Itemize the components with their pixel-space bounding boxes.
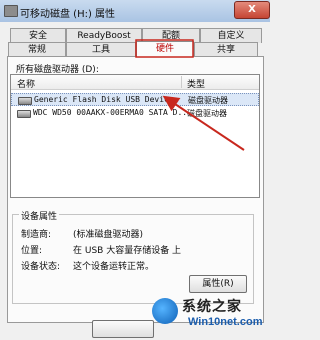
device-properties-title: 设备属性 bbox=[19, 209, 60, 222]
tab-label: 工具 bbox=[91, 45, 110, 55]
watermark-url: Win10net.com bbox=[188, 316, 263, 328]
tab-sharing[interactable]: 共享 bbox=[194, 42, 258, 57]
device-status-value: 这个设备运转正常。 bbox=[73, 262, 155, 272]
manufacturer-value: (标准磁盘驱动器) bbox=[73, 230, 144, 240]
device-status-label: 设备状态: bbox=[21, 262, 61, 272]
tab-general[interactable]: 常规 bbox=[8, 42, 66, 57]
disk-drive-icon bbox=[17, 110, 31, 118]
tab-readyboost[interactable]: ReadyBoost bbox=[66, 28, 142, 43]
tab-label: 自定义 bbox=[217, 31, 245, 41]
location-value: 在 USB 大容量存储设备 上 bbox=[73, 246, 182, 256]
tab-label: 配额 bbox=[161, 31, 180, 41]
watermark-title: 系统之家 bbox=[182, 299, 242, 315]
site-logo-icon bbox=[152, 298, 178, 324]
site-watermark: 系统之家 Win10net.com bbox=[152, 292, 268, 338]
drive-type: 磁盘驱动器 bbox=[188, 96, 228, 105]
tab-label: ReadyBoost bbox=[77, 31, 131, 41]
tab-hardware[interactable]: 硬件 bbox=[136, 41, 194, 57]
tab-label: 共享 bbox=[216, 45, 235, 55]
list-item-sata-drive[interactable]: WDC WD50 00AAKX-00ERMA0 SATA D... 磁盘驱动器 bbox=[11, 107, 259, 120]
drive-type: 磁盘驱动器 bbox=[187, 109, 227, 118]
manufacturer-label: 制造商: bbox=[21, 230, 52, 240]
tab-customize[interactable]: 自定义 bbox=[200, 28, 262, 43]
drives-list[interactable]: 名称 类型 Generic Flash Disk USB Device 磁盘驱动… bbox=[10, 74, 260, 198]
column-header-type[interactable]: 类型 bbox=[187, 77, 205, 90]
tab-label: 常规 bbox=[27, 45, 46, 55]
close-button[interactable]: X bbox=[234, 1, 270, 19]
drive-name: WDC WD50 00AAKX-00ERMA0 SATA D... bbox=[33, 108, 192, 117]
properties-button[interactable]: 属性(R) bbox=[189, 275, 247, 293]
disk-drive-icon bbox=[18, 97, 32, 105]
list-item-usb-drive[interactable]: Generic Flash Disk USB Device 磁盘驱动器 bbox=[11, 93, 259, 106]
tab-label: 硬件 bbox=[155, 44, 174, 54]
window-title: 可移动磁盘 (H:) 属性 bbox=[20, 9, 116, 20]
tab-label: 安全 bbox=[28, 31, 47, 41]
tab-tools[interactable]: 工具 bbox=[66, 42, 136, 57]
column-header-name[interactable]: 名称 bbox=[17, 77, 35, 90]
drive-icon bbox=[4, 5, 18, 17]
tab-security[interactable]: 安全 bbox=[10, 28, 66, 43]
title-bar: 可移动磁盘 (H:) 属性 X bbox=[0, 0, 270, 23]
location-label: 位置: bbox=[21, 246, 43, 256]
list-header: 名称 类型 bbox=[11, 75, 259, 90]
drive-name: Generic Flash Disk USB Device bbox=[34, 95, 174, 104]
column-separator[interactable] bbox=[181, 76, 182, 88]
device-properties-group: 设备属性 制造商: (标准磁盘驱动器) 位置: 在 USB 大容量存储设备 上 … bbox=[12, 209, 254, 304]
ok-button[interactable] bbox=[92, 320, 154, 338]
